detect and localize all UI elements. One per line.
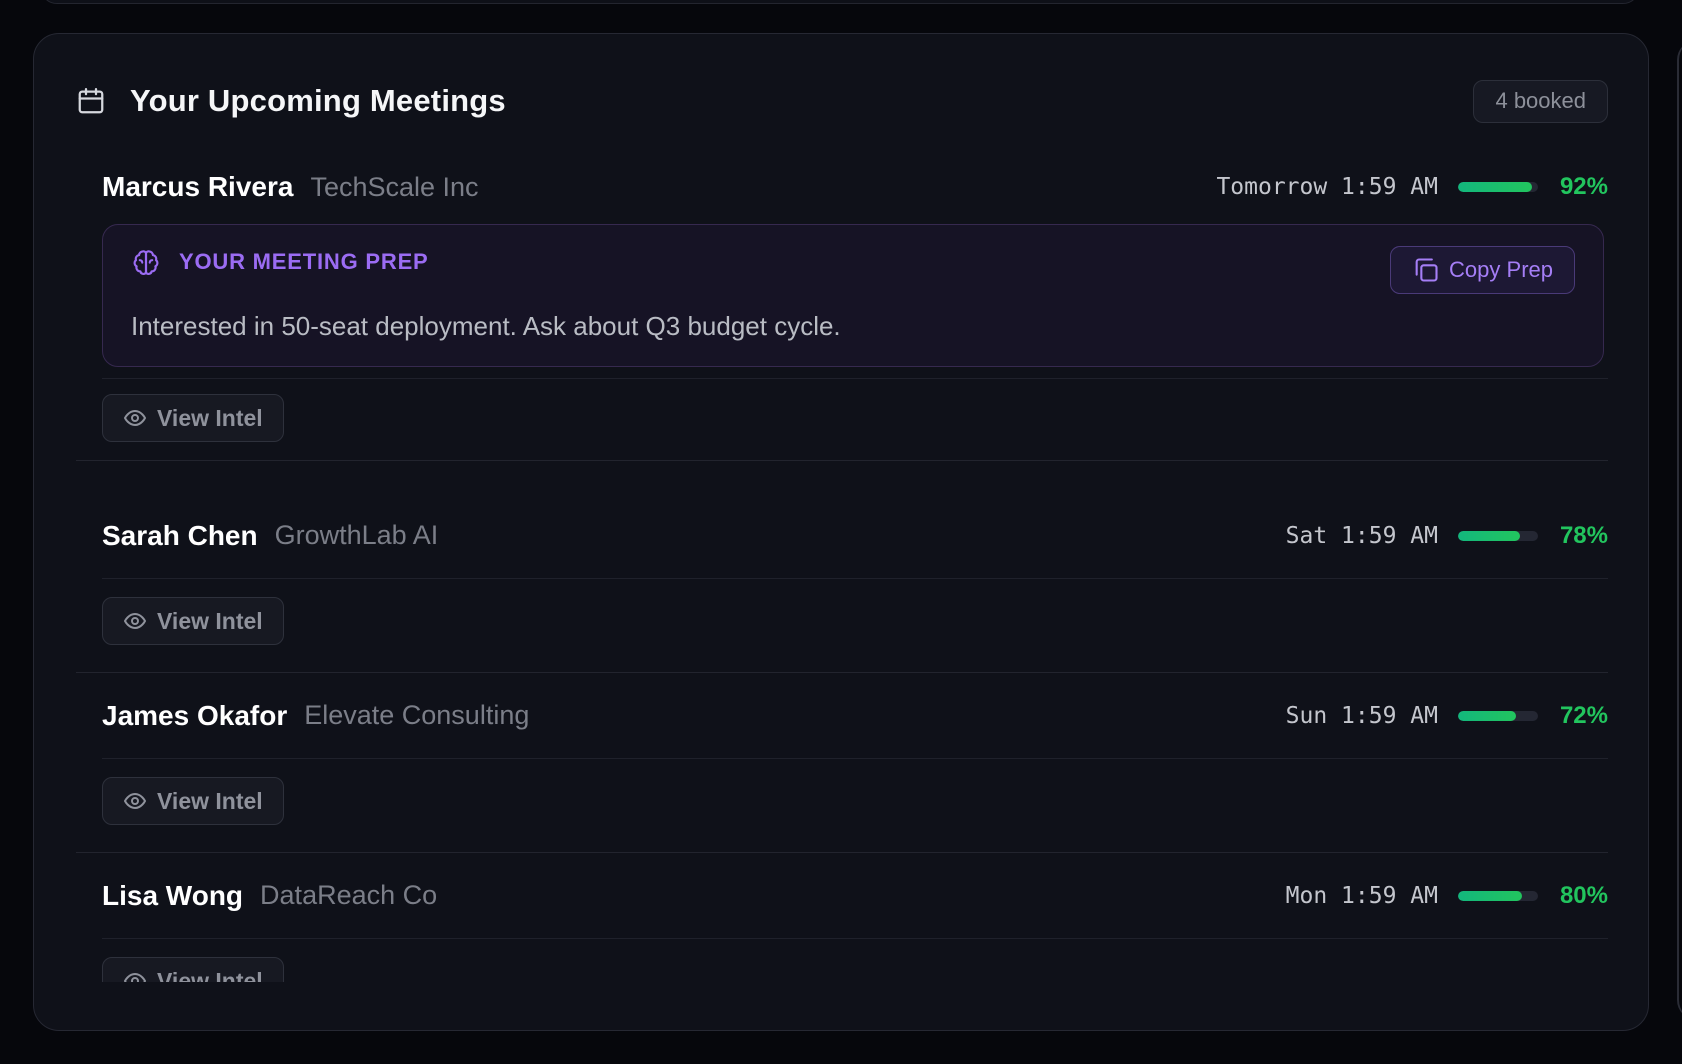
score-percent: 92% <box>1559 173 1608 200</box>
booked-count-badge: 4 booked <box>1473 79 1608 123</box>
meeting-time: Tomorrow 1:59 AM <box>1216 174 1438 200</box>
contact-name[interactable]: Lisa Wong <box>102 880 243 912</box>
brain-icon <box>131 247 161 277</box>
eye-icon <box>123 609 147 633</box>
score-percent: 78% <box>1559 521 1608 549</box>
meeting-time: Sat 1:59 AM <box>1285 522 1438 549</box>
meeting-time: Mon 1:59 AM <box>1285 882 1438 909</box>
contact-name[interactable]: James Okafor <box>102 700 287 732</box>
card-header: Your Upcoming Meetings 4 booked <box>76 74 1608 128</box>
view-intel-button[interactable]: View Intel <box>102 597 284 645</box>
prep-header: YOUR MEETING PREP <box>131 247 429 277</box>
meeting-header: James Okafor Elevate Consulting Sun 1:59… <box>102 673 1608 759</box>
meeting-meta: Mon 1:59 AM 80% <box>1286 882 1608 910</box>
calendar-icon <box>76 86 106 116</box>
copy-prep-label: Copy Prep <box>1449 257 1553 282</box>
eye-icon <box>123 789 147 813</box>
view-intel-button[interactable]: View Intel <box>102 957 284 982</box>
clipped-scroll-area: View Intel <box>76 939 1608 982</box>
eye-icon <box>123 406 147 430</box>
previous-card-edge <box>40 0 1640 4</box>
score-bar-fill <box>1458 710 1516 721</box>
view-intel-button[interactable]: View Intel <box>102 394 284 442</box>
score-percent: 80% <box>1559 881 1608 909</box>
meeting-item: James Okafor Elevate Consulting Sun 1:59… <box>76 673 1608 853</box>
contact-name[interactable]: Marcus Rivera <box>102 171 293 203</box>
view-intel-label: View Intel <box>157 607 263 634</box>
view-intel-label: View Intel <box>157 967 263 983</box>
company-name: GrowthLab AI <box>274 520 439 550</box>
score-bar-fill <box>1458 182 1532 192</box>
company-name: Elevate Consulting <box>304 700 530 730</box>
copy-prep-button[interactable]: Copy Prep <box>1390 246 1575 294</box>
meeting-meta: Sun 1:59 AM 72% <box>1286 702 1608 730</box>
score-percent: 72% <box>1559 701 1608 729</box>
view-intel-label: View Intel <box>157 787 263 814</box>
card-title: Your Upcoming Meetings <box>130 83 506 118</box>
divider <box>102 378 1608 379</box>
meeting-item: Lisa Wong DataReach Co Mon 1:59 AM 80% V… <box>76 853 1608 1030</box>
score-bar-fill <box>1458 890 1522 901</box>
score-bar <box>1458 890 1538 901</box>
score-bar <box>1458 182 1538 192</box>
meeting-header: Lisa Wong DataReach Co Mon 1:59 AM 80% <box>102 853 1608 939</box>
score-bar <box>1458 530 1538 541</box>
score-bar <box>1458 710 1538 721</box>
meeting-prep-panel: YOUR MEETING PREP Copy Prep Interested i… <box>102 224 1604 367</box>
meeting-item: Sarah Chen GrowthLab AI Sat 1:59 AM 78% … <box>76 493 1608 673</box>
view-intel-button[interactable]: View Intel <box>102 777 284 825</box>
scrollbar-edge <box>1677 40 1682 1020</box>
company-name: DataReach Co <box>260 880 438 910</box>
meeting-header: Marcus Rivera TechScale Inc Tomorrow 1:5… <box>102 144 1608 230</box>
upcoming-meetings-card: Your Upcoming Meetings 4 booked Marcus R… <box>33 33 1649 1031</box>
copy-icon <box>1412 256 1440 284</box>
meeting-header: Sarah Chen GrowthLab AI Sat 1:59 AM 78% <box>102 493 1608 579</box>
prep-title: YOUR MEETING PREP <box>179 249 429 274</box>
prep-notes: Interested in 50-seat deployment. Ask ab… <box>131 311 841 341</box>
company-name: TechScale Inc <box>310 171 479 202</box>
meeting-meta: Tomorrow 1:59 AM 92% <box>1216 173 1608 201</box>
meeting-meta: Sat 1:59 AM 78% <box>1286 522 1608 550</box>
eye-icon <box>123 969 147 982</box>
meeting-time: Sun 1:59 AM <box>1285 702 1438 729</box>
contact-name[interactable]: Sarah Chen <box>102 520 258 552</box>
view-intel-label: View Intel <box>157 404 263 431</box>
score-bar-fill <box>1458 530 1521 541</box>
